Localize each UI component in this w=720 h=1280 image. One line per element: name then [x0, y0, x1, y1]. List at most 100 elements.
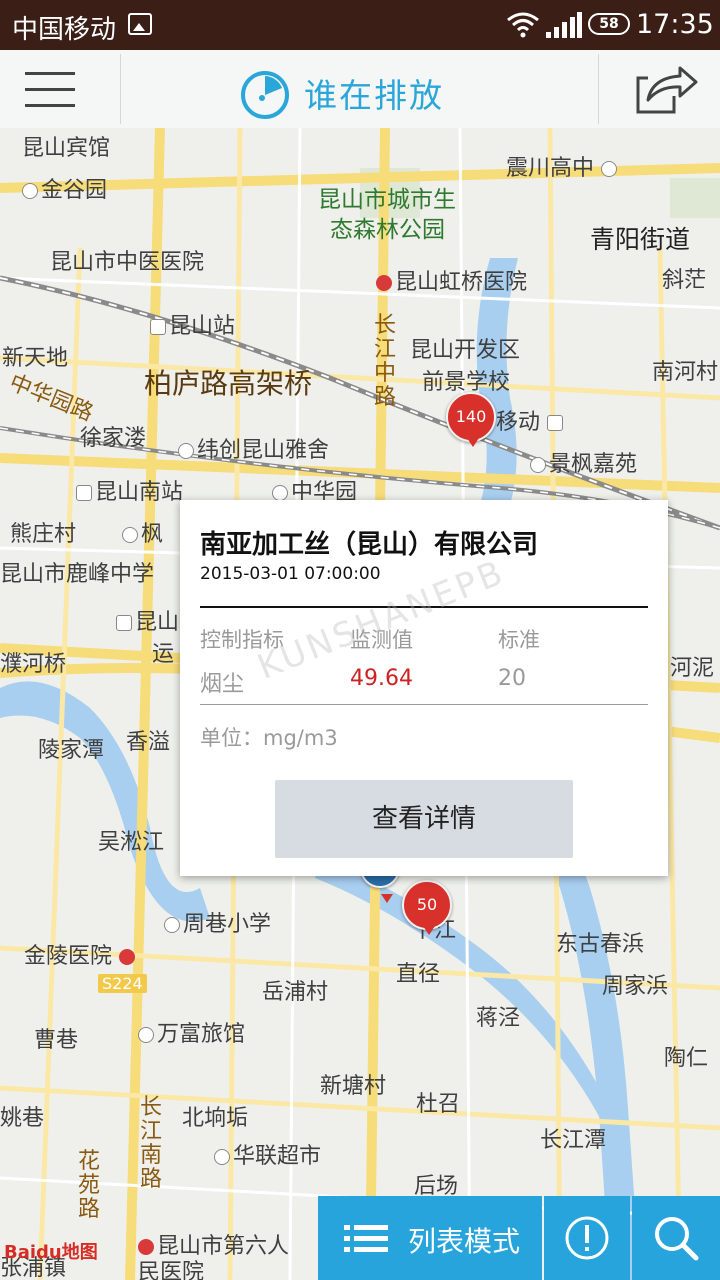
- map-label: 新塘村: [320, 1074, 387, 1099]
- park-label: 态森林公园: [330, 217, 445, 243]
- wifi-icon: [507, 12, 539, 38]
- search-button[interactable]: [632, 1196, 720, 1280]
- map-label: 震川高中: [506, 150, 620, 182]
- map-label: 香溢: [126, 730, 171, 755]
- status-bar: 中国移动 58 17:35: [0, 0, 720, 50]
- standard-value: 20: [498, 666, 526, 691]
- map-label: 枫: [122, 516, 163, 548]
- map-label: 昆山开发区: [410, 338, 521, 363]
- poi-icon: [601, 161, 618, 177]
- map-label: 纬创昆山雅舍: [178, 432, 329, 464]
- map-label: 万富旅馆: [138, 1016, 245, 1048]
- divider: [598, 54, 599, 124]
- hospital-icon: [376, 275, 392, 291]
- battery-icon: 58: [588, 13, 630, 35]
- map-label: 昆山市中医医院: [50, 250, 205, 275]
- poi-icon: [164, 917, 180, 933]
- poi-icon: [547, 415, 564, 431]
- road-label: 花苑路: [78, 1149, 101, 1222]
- poi-icon: [214, 1149, 230, 1165]
- map-label: 昆山市第六人民医院: [138, 1234, 290, 1280]
- map-label: 吴淞江: [98, 830, 165, 855]
- map-label: 北垧垢: [182, 1106, 249, 1131]
- divider: [120, 54, 121, 124]
- measurement-time: 2015-03-01 07:00:00: [200, 564, 381, 584]
- map-label: 前景学校: [422, 370, 511, 395]
- map-label: 金陵医院: [24, 938, 138, 970]
- share-icon[interactable]: [634, 62, 698, 116]
- alert-button[interactable]: [544, 1196, 630, 1280]
- search-icon: [655, 1217, 699, 1261]
- map-label: 昆山宾馆: [22, 136, 111, 161]
- measured-value: 49.64: [350, 666, 413, 691]
- map-label: 曹巷: [34, 1028, 79, 1053]
- unit-label: 单位：mg/m3: [200, 726, 338, 750]
- clock: 17:35: [636, 9, 714, 40]
- app-header: 谁在排放: [0, 50, 720, 129]
- map-label: 徐家溇: [80, 426, 147, 451]
- poi-icon: [122, 527, 138, 543]
- map-label: 运: [152, 642, 175, 667]
- map-label: 周巷小学: [164, 906, 271, 938]
- bottom-toolbar: 列表模式: [318, 1196, 720, 1280]
- baidu-map-logo: Baidu地图: [4, 1242, 98, 1263]
- map-label: 河泥: [670, 656, 715, 681]
- list-mode-button[interactable]: 列表模式: [318, 1196, 542, 1280]
- map-label: 斜茫: [662, 268, 707, 293]
- emission-info-popup: 南亚加工丝（昆山）有限公司 2015-03-01 07:00:00 控制指标 监…: [180, 500, 668, 876]
- signal-icon: [546, 12, 582, 38]
- highway-shield: S224: [98, 974, 147, 993]
- map-label: 华联超市: [214, 1138, 321, 1170]
- map-label: 陶仁: [664, 1046, 709, 1071]
- poi-icon: [530, 457, 546, 473]
- standard-header: 标准: [498, 628, 540, 652]
- map-label: 东古春浜: [556, 932, 645, 957]
- station-icon: [150, 319, 166, 335]
- map-label: 昆山站: [150, 308, 235, 340]
- map-label: 蒋泾: [476, 1006, 521, 1031]
- carrier-name: 中国移动: [12, 15, 117, 45]
- pollution-marker[interactable]: 50: [402, 880, 452, 935]
- map-label: 熊庄村: [10, 522, 77, 547]
- road-label: 长江中路: [374, 313, 397, 410]
- view-details-button[interactable]: 查看详情: [275, 780, 573, 858]
- map-label: 濮河桥: [0, 652, 67, 677]
- map-label: 昆山: [116, 604, 179, 636]
- menu-icon-line: [25, 104, 75, 107]
- poi-icon: [22, 183, 38, 199]
- divider: [200, 704, 648, 705]
- exclamation-icon: [565, 1216, 609, 1260]
- poi-icon: [272, 485, 288, 501]
- map-label: 杜召: [416, 1092, 461, 1117]
- map-label: 新天地: [2, 346, 69, 371]
- road-label: 长江南路: [140, 1095, 163, 1192]
- hospital-icon: [119, 949, 136, 965]
- map-label: 昆山虹桥医院: [376, 264, 527, 296]
- map-label: 金谷园: [22, 172, 107, 204]
- menu-icon: [25, 72, 75, 75]
- page-title: 谁在排放: [304, 76, 444, 115]
- hospital-icon: [138, 1239, 154, 1255]
- map-label: 长江潭: [540, 1128, 607, 1153]
- map-label: 昆山市鹿峰中学: [0, 562, 155, 587]
- map-label: 姚巷: [0, 1106, 45, 1131]
- poi-icon: [138, 1027, 154, 1043]
- map-label: 陵家潭: [38, 738, 105, 763]
- park-label: 昆山市城市生: [318, 187, 456, 213]
- poi-icon: [178, 443, 194, 459]
- map-label: 岳浦村: [262, 980, 329, 1005]
- station-icon: [76, 485, 92, 501]
- pollution-marker[interactable]: 140: [446, 392, 496, 447]
- app-logo-icon: [241, 71, 289, 119]
- list-icon: [344, 1225, 388, 1252]
- map-label: 昆山南站: [76, 474, 183, 506]
- map-label: 景枫嘉苑: [530, 446, 637, 478]
- map-label: 柏庐路高架桥: [144, 367, 313, 400]
- list-mode-label: 列表模式: [408, 1225, 521, 1258]
- image-notification-icon: [128, 13, 152, 35]
- menu-icon-line: [25, 88, 75, 91]
- menu-button[interactable]: [0, 50, 120, 128]
- bus-icon: [116, 615, 132, 631]
- map-label: 周家浜: [602, 974, 669, 999]
- indicator-name: 烟尘: [200, 672, 245, 697]
